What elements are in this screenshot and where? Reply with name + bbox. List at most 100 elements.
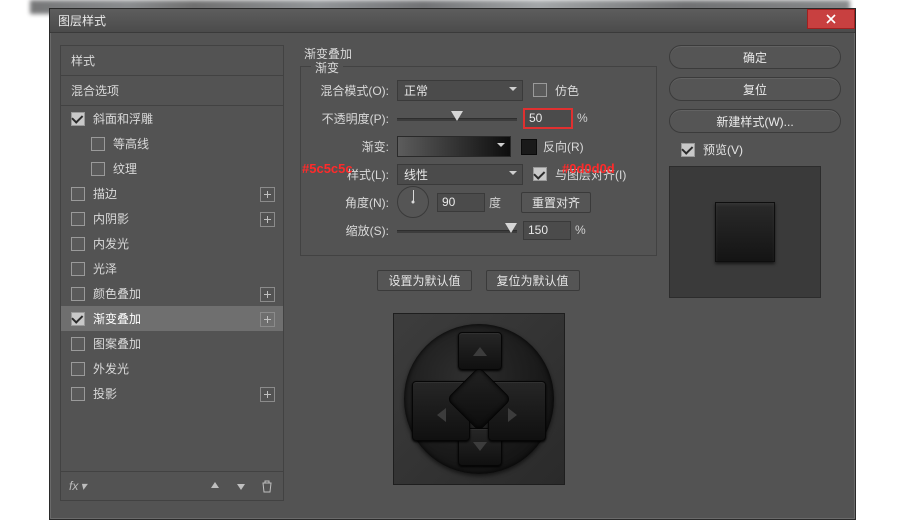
chevron-down-icon (509, 171, 517, 179)
move-down-icon[interactable] (233, 478, 249, 494)
style-label: 斜面和浮雕 (93, 110, 153, 127)
add-instance-icon[interactable] (260, 287, 275, 302)
blend-mode-label: 混合模式(O): (309, 82, 397, 99)
style-item-contour[interactable]: 等高线 (61, 131, 283, 156)
add-instance-icon[interactable] (260, 387, 275, 402)
checkbox-contour[interactable] (91, 137, 105, 151)
angle-dial[interactable] (397, 186, 429, 218)
opacity-label: 不透明度(P): (309, 110, 397, 127)
chevron-down-icon (509, 87, 517, 95)
gradient-label: 渐变: (309, 138, 397, 155)
style-item-bevel[interactable]: 斜面和浮雕 (61, 106, 283, 131)
style-item-inner-glow[interactable]: 内发光 (61, 231, 283, 256)
style-label: 内阴影 (93, 210, 129, 227)
opacity-unit: % (577, 111, 588, 125)
reset-button[interactable]: 复位 (669, 77, 841, 101)
checkbox-gradient-overlay[interactable] (71, 312, 85, 326)
style-label: 渐变叠加 (93, 310, 141, 327)
style-label: 样式(L): (309, 166, 397, 183)
checkbox-inner-shadow[interactable] (71, 212, 85, 226)
dither-checkbox[interactable] (533, 83, 547, 97)
add-instance-icon[interactable] (260, 312, 275, 327)
dpad-up (458, 332, 502, 370)
angle-label: 角度(N): (309, 194, 397, 211)
style-item-stroke[interactable]: 描边 (61, 181, 283, 206)
ok-button[interactable]: 确定 (669, 45, 841, 69)
angle-input[interactable]: 90 (437, 193, 485, 212)
checkbox-outer-glow[interactable] (71, 362, 85, 376)
style-item-outer-glow[interactable]: 外发光 (61, 356, 283, 381)
layer-style-dialog: 图层样式 样式 混合选项 斜面和浮雕 (49, 8, 856, 520)
style-item-drop-shadow[interactable]: 投影 (61, 381, 283, 406)
make-default-button[interactable]: 设置为默认值 (377, 270, 471, 291)
align-checkbox[interactable] (533, 167, 547, 181)
checkbox-satin[interactable] (71, 262, 85, 276)
window-title: 图层样式 (58, 12, 106, 29)
style-label: 外发光 (93, 360, 129, 377)
style-label: 颜色叠加 (93, 285, 141, 302)
style-item-satin[interactable]: 光泽 (61, 256, 283, 281)
scale-unit: % (575, 223, 586, 237)
move-up-icon[interactable] (207, 478, 223, 494)
blend-mode-select[interactable]: 正常 (397, 80, 523, 101)
style-preview-swatch (669, 166, 821, 298)
style-label: 内发光 (93, 235, 129, 252)
checkbox-drop-shadow[interactable] (71, 387, 85, 401)
result-preview (393, 313, 565, 485)
style-item-texture[interactable]: 纹理 (61, 156, 283, 181)
blend-options-heading[interactable]: 混合选项 (61, 76, 283, 105)
trash-icon[interactable] (259, 478, 275, 494)
scale-input[interactable]: 150 (523, 221, 571, 240)
style-item-color-overlay[interactable]: 颜色叠加 (61, 281, 283, 306)
dpad-icon (404, 324, 554, 474)
style-label: 描边 (93, 185, 117, 202)
opacity-slider[interactable] (397, 109, 517, 127)
styles-panel: 样式 混合选项 斜面和浮雕 等高线 纹理 (50, 33, 294, 520)
slider-thumb[interactable] (451, 111, 463, 127)
checkbox-pattern-overlay[interactable] (71, 337, 85, 351)
reverse-checkbox[interactable] (521, 139, 535, 153)
style-label: 图案叠加 (93, 335, 141, 352)
add-instance-icon[interactable] (260, 187, 275, 202)
style-label: 光泽 (93, 260, 117, 277)
styles-footer: fx ▾ (61, 471, 283, 500)
checkbox-bevel[interactable] (71, 112, 85, 126)
group-legend: 渐变 (311, 59, 343, 76)
checkbox-stroke[interactable] (71, 187, 85, 201)
new-style-button[interactable]: 新建样式(W)... (669, 109, 841, 133)
style-label: 等高线 (113, 135, 149, 152)
dialog-buttons-panel: 确定 复位 新建样式(W)... 预览(V) (663, 33, 855, 520)
gradient-swatch[interactable] (397, 136, 511, 157)
checkbox-texture[interactable] (91, 162, 105, 176)
titlebar[interactable]: 图层样式 (50, 9, 855, 33)
align-label: 与图层对齐(I) (555, 166, 626, 183)
add-instance-icon[interactable] (260, 212, 275, 227)
section-title: 渐变叠加 (300, 45, 657, 66)
style-label: 投影 (93, 385, 117, 402)
chevron-down-icon (497, 143, 505, 151)
dither-label: 仿色 (555, 82, 579, 99)
scale-slider[interactable] (397, 221, 517, 239)
gradient-overlay-settings: 渐变叠加 渐变 混合模式(O): 正常 仿色 不透明度(P): (294, 33, 663, 520)
gradient-style-value: 线性 (404, 166, 428, 183)
checkbox-inner-glow[interactable] (71, 237, 85, 251)
style-item-gradient-overlay[interactable]: 渐变叠加 (61, 306, 283, 331)
blend-mode-value: 正常 (404, 82, 428, 99)
close-icon (826, 14, 836, 24)
opacity-input[interactable]: 50 (523, 108, 573, 129)
reset-align-button[interactable]: 重置对齐 (521, 192, 591, 213)
gradient-style-select[interactable]: 线性 (397, 164, 523, 185)
reverse-label: 反向(R) (543, 138, 584, 155)
style-item-inner-shadow[interactable]: 内阴影 (61, 206, 283, 231)
slider-thumb[interactable] (505, 223, 517, 239)
angle-unit: 度 (489, 194, 501, 211)
preview-checkbox[interactable] (681, 143, 695, 157)
styles-heading[interactable]: 样式 (61, 46, 283, 75)
preview-square (715, 202, 775, 262)
style-item-pattern-overlay[interactable]: 图案叠加 (61, 331, 283, 356)
checkbox-color-overlay[interactable] (71, 287, 85, 301)
preview-label: 预览(V) (703, 141, 743, 158)
close-button[interactable] (807, 9, 855, 29)
reset-default-button[interactable]: 复位为默认值 (486, 270, 580, 291)
fx-label[interactable]: fx (69, 479, 78, 493)
